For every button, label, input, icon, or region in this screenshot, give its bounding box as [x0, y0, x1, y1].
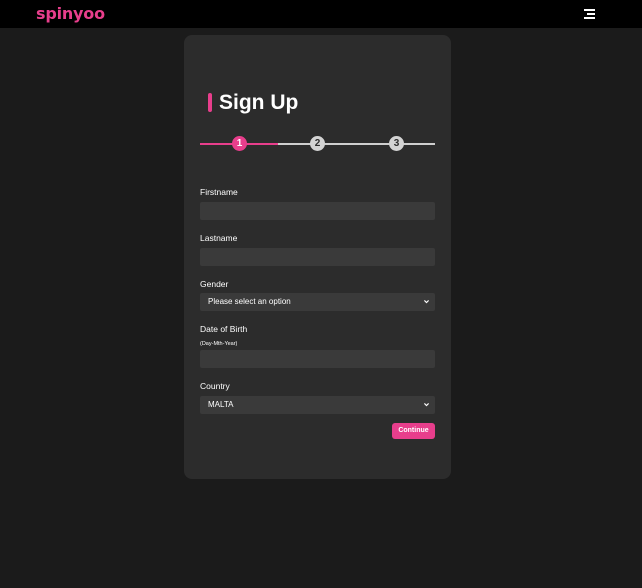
firstname-input[interactable] — [200, 202, 435, 220]
signup-stepper: 1 2 3 — [200, 135, 435, 153]
signup-card: Sign Up 1 2 3 Firstname Lastname Gender … — [184, 35, 451, 479]
top-navigation-bar: spinyoo — [0, 0, 642, 28]
step-1-indicator[interactable]: 1 — [232, 136, 247, 151]
stepper-track-line — [278, 143, 435, 145]
continue-button[interactable]: Continue — [392, 423, 435, 439]
step-2-indicator[interactable]: 2 — [310, 136, 325, 151]
gender-select[interactable]: Please select an option — [200, 293, 435, 311]
firstname-label: Firstname — [200, 187, 238, 197]
country-label: Country — [200, 381, 230, 391]
step-3-indicator[interactable]: 3 — [389, 136, 404, 151]
lastname-input[interactable] — [200, 248, 435, 266]
lastname-label: Lastname — [200, 233, 238, 243]
chevron-down-icon — [424, 403, 429, 407]
country-selected-value: MALTA — [208, 400, 234, 409]
dob-format-hint: (Day-Mth-Year) — [200, 341, 238, 347]
brand-logo[interactable]: spinyoo — [36, 5, 105, 23]
country-select[interactable]: MALTA — [200, 396, 435, 414]
gender-label: Gender — [200, 279, 229, 289]
dob-label: Date of Birth — [200, 324, 248, 334]
chevron-down-icon — [424, 300, 429, 304]
gender-selected-value: Please select an option — [208, 297, 291, 306]
dob-input[interactable] — [200, 350, 435, 368]
hamburger-menu-icon[interactable] — [582, 8, 595, 20]
page-title: Sign Up — [219, 91, 299, 114]
title-accent-bar — [208, 93, 212, 112]
